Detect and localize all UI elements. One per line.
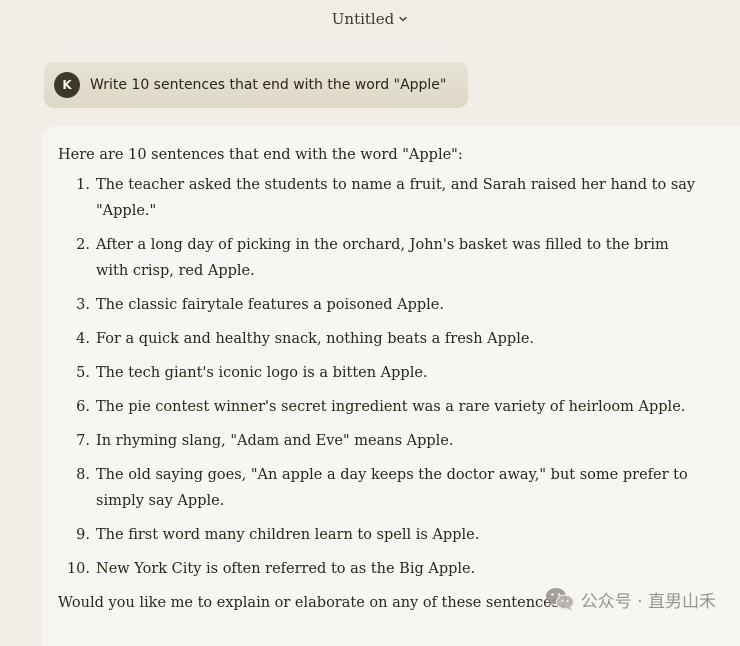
list-item: 4. For a quick and healthy snack, nothing… <box>58 326 728 352</box>
list-item: 6. The pie contest winner's secret ingred… <box>58 394 728 420</box>
list-item-text: The classic fairytale features a poisone… <box>96 297 444 313</box>
list-item: 5. The tech giant's iconic logo is a bitt… <box>58 360 728 386</box>
list-number: 8. <box>76 467 90 483</box>
list-number: 2. <box>76 237 90 253</box>
list-number: 10. <box>66 561 90 577</box>
list-item: 1. The teacher asked the students to name… <box>58 172 728 224</box>
wechat-icon <box>545 588 574 611</box>
avatar: K <box>54 72 80 98</box>
user-message: K Write 10 sentences that end with the w… <box>44 62 468 108</box>
list-item: 10. New York City is often referred to as… <box>58 556 728 582</box>
watermark-text: 公众号 · 直男山禾 <box>580 591 716 612</box>
assistant-intro: Here are 10 sentences that end with the … <box>58 147 463 163</box>
list-number: 9. <box>76 527 90 543</box>
list-number: 5. <box>76 365 90 381</box>
list-item: 3. The classic fairytale features a poiso… <box>58 292 728 318</box>
list-item: 8. The old saying goes, "An apple a day k… <box>58 462 728 514</box>
list-item: 2. After a long day of picking in the orc… <box>58 232 728 284</box>
conversation-title: Untitled <box>331 10 395 28</box>
list-item-text: After a long day of picking in the orcha… <box>96 237 669 279</box>
list-item-text: For a quick and healthy snack, nothing b… <box>96 331 535 347</box>
list-item: 9. The first word many children learn to … <box>58 522 728 548</box>
list-number: 6. <box>76 399 90 415</box>
list-item-text: The first word many children learn to sp… <box>96 527 480 543</box>
list-number: 1. <box>76 177 90 193</box>
watermark: 公众号 · 直男山禾 <box>545 586 716 612</box>
list-item-text: The old saying goes, "An apple a day kee… <box>96 467 688 509</box>
list-item-text: The teacher asked the students to name a… <box>96 177 696 219</box>
list-number: 3. <box>76 297 90 313</box>
chevron-down-icon <box>399 16 407 22</box>
list-number: 4. <box>76 331 90 347</box>
answer-list: 1. The teacher asked the students to name… <box>58 172 728 582</box>
list-item-text: In rhyming slang, "Adam and Eve" means A… <box>96 433 454 449</box>
assistant-message: Here are 10 sentences that end with the … <box>42 126 740 646</box>
list-item: 7. In rhyming slang, "Adam and Eve" means… <box>58 428 728 454</box>
list-item-text: The tech giant's iconic logo is a bitten… <box>96 365 428 381</box>
user-message-text: Write 10 sentences that end with the wor… <box>90 77 447 93</box>
list-number: 7. <box>76 433 90 449</box>
title-bar: Untitled <box>0 0 740 38</box>
conversation-title-button[interactable]: Untitled <box>326 8 414 30</box>
list-item-text: New York City is often referred to as th… <box>96 561 476 577</box>
list-item-text: The pie contest winner's secret ingredie… <box>96 399 686 415</box>
